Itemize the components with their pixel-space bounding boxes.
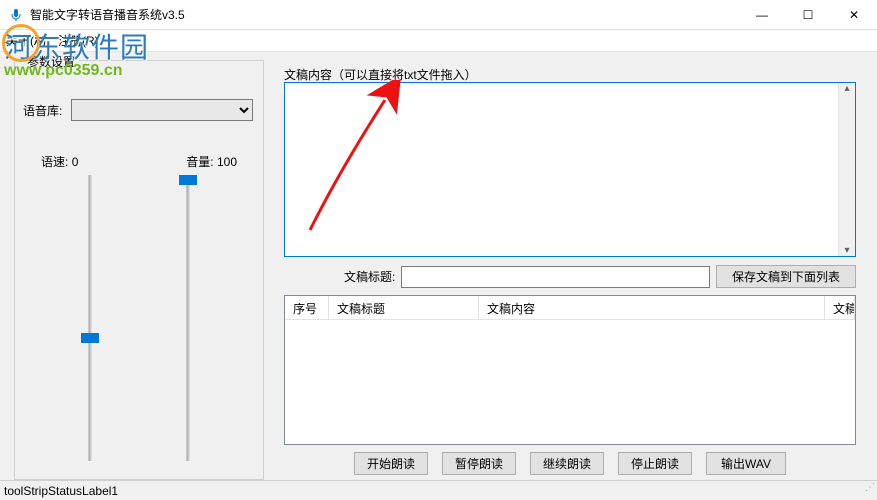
col-content[interactable]: 文稿内容 — [479, 296, 825, 319]
voice-library-select[interactable] — [71, 99, 253, 121]
doc-title-input[interactable] — [401, 266, 710, 288]
slider-labels: 语速: 0 音量: 100 — [41, 153, 237, 170]
volume-value: 100 — [217, 155, 237, 169]
playback-buttons: 开始朗读 暂停朗读 继续朗读 停止朗读 输出WAV — [284, 452, 856, 475]
maximize-button[interactable]: ☐ — [785, 0, 831, 30]
status-bar: toolStripStatusLabel1 ⋰ — [0, 480, 877, 500]
app-icon — [8, 7, 24, 23]
client-area: 参数设置 语音库: 语速: 0 音量: 100 文稿内容（可以直接将txt — [0, 52, 877, 480]
title-bar: 智能文字转语音播音系统v3.5 — ☐ ✕ — [0, 0, 877, 30]
resume-read-button[interactable]: 继续朗读 — [530, 452, 604, 475]
menu-about[interactable]: 关于(A) — [6, 32, 46, 49]
col-title[interactable]: 文稿标题 — [329, 296, 479, 319]
window-controls: — ☐ ✕ — [739, 0, 877, 30]
doc-title-row: 文稿标题: 保存文稿到下面列表 — [284, 265, 856, 288]
content-textarea[interactable]: ▴ ▾ — [284, 82, 856, 257]
list-header: 序号 文稿标题 文稿内容 文稿 — [285, 296, 855, 320]
export-wav-button[interactable]: 输出WAV — [706, 452, 786, 475]
menu-bar: 关于(A) 注册(R) — [0, 30, 877, 52]
speed-label: 语速: 0 — [41, 153, 78, 170]
doc-title-label: 文稿标题: — [344, 268, 395, 285]
start-read-button[interactable]: 开始朗读 — [354, 452, 428, 475]
window-title: 智能文字转语音播音系统v3.5 — [30, 6, 739, 23]
scroll-up-icon[interactable]: ▴ — [844, 83, 849, 94]
settings-group: 参数设置 语音库: 语速: 0 音量: 100 — [14, 60, 264, 480]
voice-library-row: 语音库: — [23, 99, 253, 121]
volume-slider[interactable] — [174, 171, 202, 465]
voice-library-label: 语音库: — [23, 102, 71, 119]
minimize-button[interactable]: — — [739, 0, 785, 30]
save-to-list-button[interactable]: 保存文稿到下面列表 — [716, 265, 856, 288]
speed-slider[interactable] — [76, 171, 104, 465]
status-label: toolStripStatusLabel1 — [4, 484, 118, 498]
document-list[interactable]: 序号 文稿标题 文稿内容 文稿 — [284, 295, 856, 445]
resize-grip[interactable]: ⋰ — [861, 484, 875, 498]
col-seq[interactable]: 序号 — [285, 296, 329, 319]
speed-value: 0 — [72, 155, 79, 169]
volume-label: 音量: 100 — [186, 153, 237, 170]
col-last[interactable]: 文稿 — [825, 296, 855, 319]
close-button[interactable]: ✕ — [831, 0, 877, 30]
stop-read-button[interactable]: 停止朗读 — [618, 452, 692, 475]
pause-read-button[interactable]: 暂停朗读 — [442, 452, 516, 475]
content-scrollbar[interactable]: ▴ ▾ — [838, 83, 855, 256]
content-label: 文稿内容（可以直接将txt文件拖入） — [284, 66, 477, 83]
sliders — [41, 171, 237, 465]
menu-register[interactable]: 注册(R) — [58, 32, 99, 49]
settings-group-title: 参数设置 — [23, 53, 79, 70]
scroll-down-icon[interactable]: ▾ — [844, 245, 849, 256]
